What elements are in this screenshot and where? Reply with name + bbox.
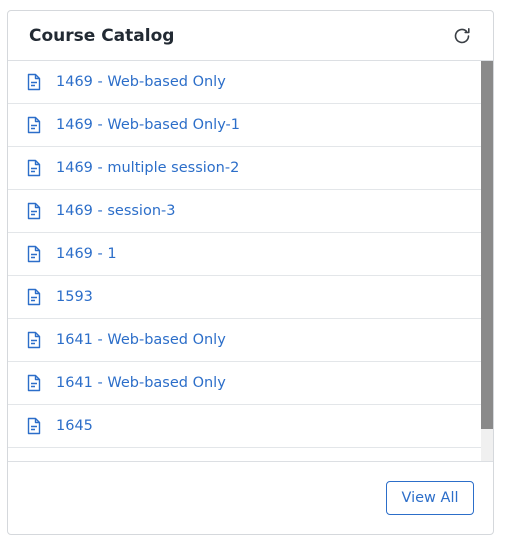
list-item[interactable]: 1593 [8, 276, 483, 319]
card-footer: View All [8, 460, 493, 534]
vertical-scrollbar[interactable] [481, 61, 493, 461]
document-icon [25, 116, 43, 134]
list-item[interactable]: 1469 - multiple session-2 [8, 147, 483, 190]
list-item[interactable]: 1469 - Web-based Only-1 [8, 104, 483, 147]
list-item[interactable]: 1645 [8, 405, 483, 448]
view-all-button[interactable]: View All [386, 481, 474, 515]
course-link[interactable]: 1469 - Web-based Only [56, 74, 226, 90]
scrollbar-thumb[interactable] [481, 61, 493, 429]
course-link[interactable]: 1641 - Web-based Only [56, 375, 226, 391]
course-link[interactable]: 1469 - Web-based Only-1 [56, 117, 240, 133]
list-item[interactable]: 1469 - Web-based Only [8, 61, 483, 104]
course-link[interactable]: 1593 [56, 289, 93, 305]
course-link[interactable]: 1641 - Web-based Only [56, 332, 226, 348]
list-item[interactable]: 1641 - Web-based Only [8, 362, 483, 405]
document-icon [25, 202, 43, 220]
course-link[interactable]: 1469 - session-3 [56, 203, 175, 219]
list-item[interactable]: 1641 - Web-based Only [8, 319, 483, 362]
course-link[interactable]: 1469 - 1 [56, 246, 117, 262]
refresh-icon[interactable] [451, 25, 473, 47]
document-icon [25, 374, 43, 392]
course-catalog-card: Course Catalog 1469 - Web-based Only 146… [7, 10, 494, 535]
document-icon [25, 159, 43, 177]
course-link[interactable]: 1645 [56, 418, 93, 434]
document-icon [25, 417, 43, 435]
list-item[interactable]: 1469 - 1 [8, 233, 483, 276]
list-item[interactable]: 1469 - session-3 [8, 190, 483, 233]
course-list: 1469 - Web-based Only 1469 - Web-based O… [8, 61, 483, 461]
course-list-container[interactable]: 1469 - Web-based Only 1469 - Web-based O… [8, 61, 493, 462]
card-title: Course Catalog [29, 25, 175, 46]
document-icon [25, 245, 43, 263]
document-icon [25, 288, 43, 306]
course-link[interactable]: 1469 - multiple session-2 [56, 160, 239, 176]
document-icon [25, 73, 43, 91]
document-icon [25, 331, 43, 349]
card-header: Course Catalog [8, 11, 493, 61]
